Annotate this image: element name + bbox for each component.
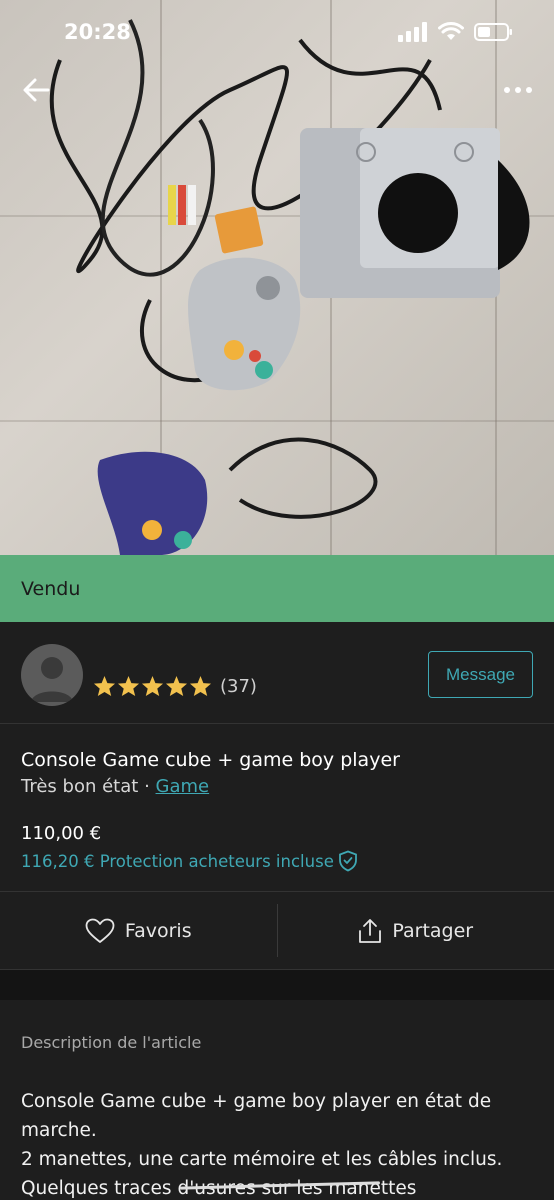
heart-icon <box>85 918 115 943</box>
sold-status-label: Vendu <box>21 577 81 600</box>
description-line: Console Game cube + game boy player en é… <box>21 1091 492 1112</box>
section-divider <box>0 970 554 1000</box>
description-line: 2 manettes, une carte mémoire et les câb… <box>21 1149 503 1170</box>
share-icon <box>359 918 382 943</box>
photo-illustration <box>49 19 530 555</box>
product-photo[interactable]: 20:28 <box>0 0 554 555</box>
item-condition: Très bon état <box>21 776 139 797</box>
star-icon <box>189 675 212 697</box>
buyer-protection-text[interactable]: 116,20 € Protection acheteurs incluse <box>21 852 334 871</box>
item-title: Console Game cube + game boy player <box>21 749 400 771</box>
battery-icon <box>474 23 512 41</box>
seller-rating-stars <box>93 675 212 697</box>
favorite-label: Favoris <box>124 919 192 942</box>
arrow-left-icon[interactable] <box>20 74 52 106</box>
sold-banner: Vendu <box>0 555 554 622</box>
buyer-protection-price[interactable]: 116,20 € Protection acheteurs incluse <box>21 850 358 872</box>
star-icon <box>117 675 140 697</box>
category-link[interactable]: Game <box>156 776 210 797</box>
item-detail-page: 20:28 Vendu (37) Message Console Game cu… <box>0 0 554 1200</box>
more-horizontal-icon[interactable] <box>502 76 534 104</box>
separator-dot: · <box>144 776 150 797</box>
star-icon <box>141 675 164 697</box>
seller-row[interactable]: (37) Message <box>0 622 554 724</box>
favorite-button[interactable]: Favoris <box>0 892 277 969</box>
shield-check-icon <box>338 850 357 872</box>
cellular-signal-icon <box>398 22 427 42</box>
item-condition-row: Très bon état · Game <box>21 776 209 797</box>
action-row: Favoris Partager <box>0 891 554 970</box>
wifi-icon <box>438 22 464 40</box>
item-price: 110,00 € <box>21 823 102 844</box>
share-button[interactable]: Partager <box>278 892 554 969</box>
avatar[interactable] <box>21 644 83 706</box>
message-button[interactable]: Message <box>428 651 533 698</box>
star-icon <box>93 675 116 697</box>
status-bar: 20:28 <box>0 0 554 64</box>
star-icon <box>165 675 188 697</box>
user-placeholder-icon <box>31 657 73 702</box>
share-label: Partager <box>392 919 474 942</box>
description-line: marche. <box>21 1120 97 1141</box>
status-time: 20:28 <box>64 20 131 44</box>
status-icons <box>398 22 514 42</box>
rating-count[interactable]: (37) <box>220 676 257 697</box>
description-heading: Description de l'article <box>21 1033 202 1052</box>
